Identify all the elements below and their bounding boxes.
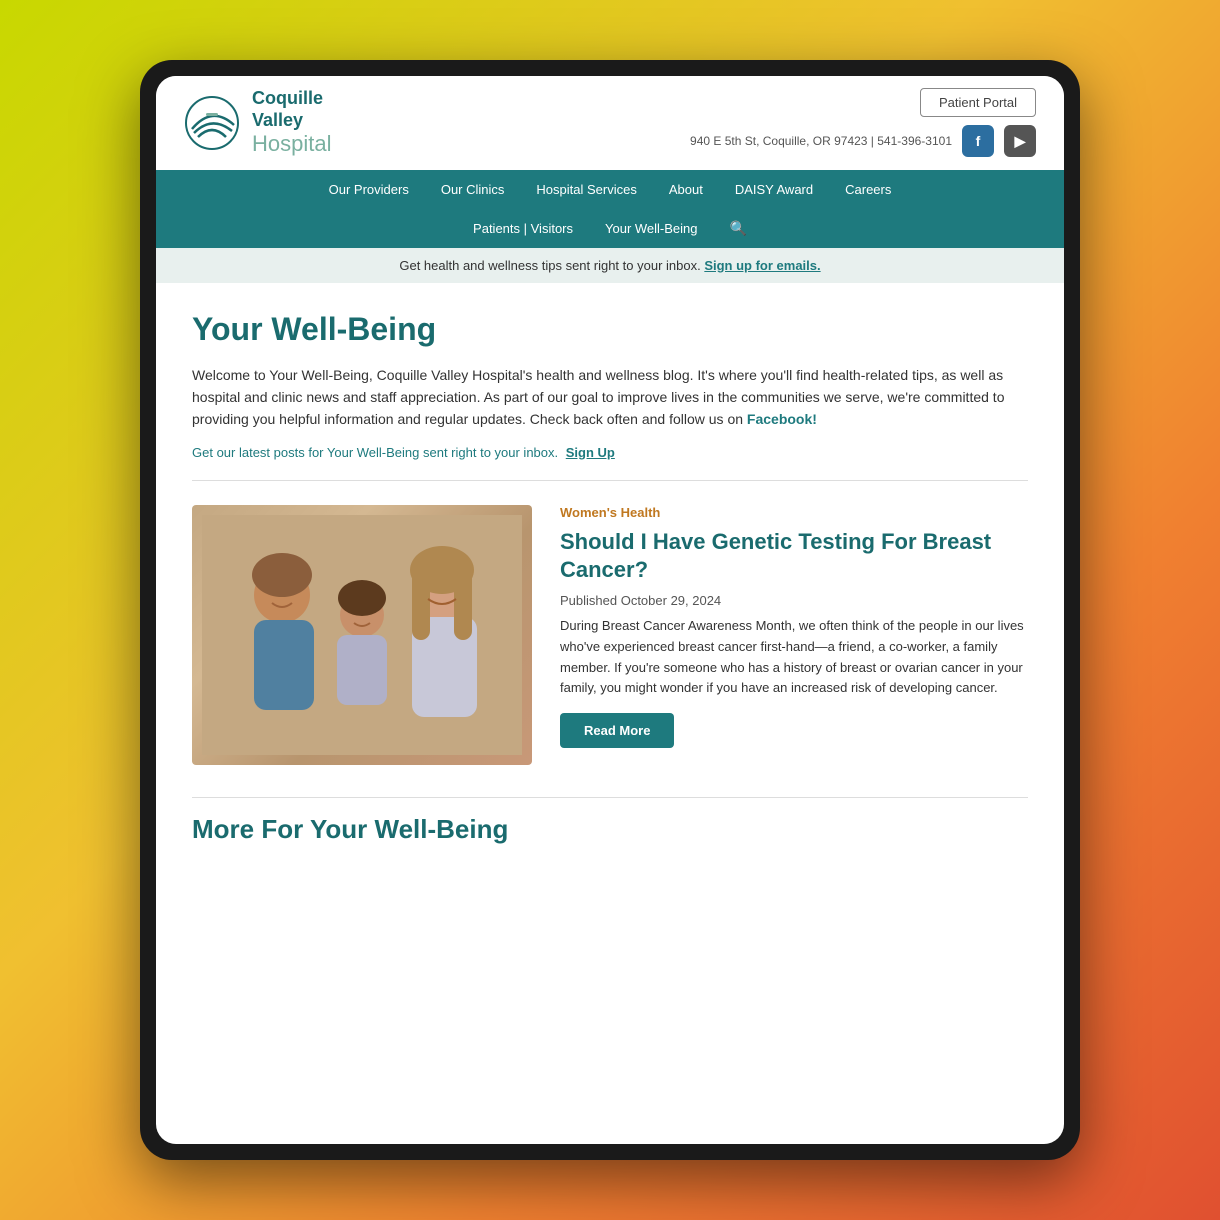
article-category: Women's Health [560,505,1028,520]
logo-area: Coquille Valley Hospital [184,88,331,158]
main-content: Your Well-Being Welcome to Your Well-Bei… [156,283,1064,1144]
header: Coquille Valley Hospital Patient Portal … [156,76,1064,170]
nav-item-careers[interactable]: Careers [829,170,907,209]
youtube-icon[interactable]: ▶ [1004,125,1036,157]
signup-line: Get our latest posts for Your Well-Being… [192,445,1028,460]
article-excerpt: During Breast Cancer Awareness Month, we… [560,616,1028,699]
article-content: Women's Health Should I Have Genetic Tes… [560,505,1028,765]
intro-text-body: Welcome to Your Well-Being, Coquille Val… [192,367,1004,428]
nav-item-your-well-being[interactable]: Your Well-Being [589,209,714,248]
article-title: Should I Have Genetic Testing For Breast… [560,528,1028,585]
nav-item-daisy-award[interactable]: DAISY Award [719,170,829,209]
device-frame: Coquille Valley Hospital Patient Portal … [140,60,1080,1160]
header-right: Patient Portal 940 E 5th St, Coquille, O… [690,88,1036,157]
bottom-divider [192,797,1028,798]
nav-row-2: Patients | Visitors Your Well-Being 🔍 [156,209,1064,248]
nav-item-our-providers[interactable]: Our Providers [313,170,425,209]
patient-portal-button[interactable]: Patient Portal [920,88,1036,117]
signup-prefix: Get our latest posts for Your Well-Being… [192,445,558,460]
banner-text: Get health and wellness tips sent right … [399,258,700,273]
nav-item-patients-visitors[interactable]: Patients | Visitors [457,209,589,248]
logo-line1: Coquille [252,88,331,110]
nav-item-hospital-services[interactable]: Hospital Services [520,170,652,209]
signup-link[interactable]: Sign Up [566,445,615,460]
content-divider [192,480,1028,481]
nav-bar: Our Providers Our Clinics Hospital Servi… [156,170,1064,248]
article-card: Women's Health Should I Have Genetic Tes… [192,505,1028,765]
page-title: Your Well-Being [192,311,1028,348]
contact-social: 940 E 5th St, Coquille, OR 97423 | 541-3… [690,125,1036,157]
read-more-button[interactable]: Read More [560,713,674,748]
intro-paragraph: Welcome to Your Well-Being, Coquille Val… [192,364,1028,431]
article-date: Published October 29, 2024 [560,593,1028,608]
banner-signup-link[interactable]: Sign up for emails. [704,258,820,273]
more-section-title: More For Your Well-Being [192,814,1028,845]
logo-line2: Valley [252,110,331,132]
hospital-logo-icon [184,95,240,151]
article-image [192,505,532,765]
logo-line3: Hospital [252,131,331,157]
nav-item-our-clinics[interactable]: Our Clinics [425,170,521,209]
facebook-icon[interactable]: f [962,125,994,157]
nav-item-about[interactable]: About [653,170,719,209]
screen: Coquille Valley Hospital Patient Portal … [156,76,1064,1144]
logo-text: Coquille Valley Hospital [252,88,331,158]
article-image-placeholder [192,505,532,765]
email-signup-banner: Get health and wellness tips sent right … [156,248,1064,283]
contact-info: 940 E 5th St, Coquille, OR 97423 | 541-3… [690,134,952,148]
search-icon[interactable]: 🔍 [714,210,763,247]
facebook-link[interactable]: Facebook! [747,411,817,427]
nav-row-1: Our Providers Our Clinics Hospital Servi… [156,170,1064,209]
